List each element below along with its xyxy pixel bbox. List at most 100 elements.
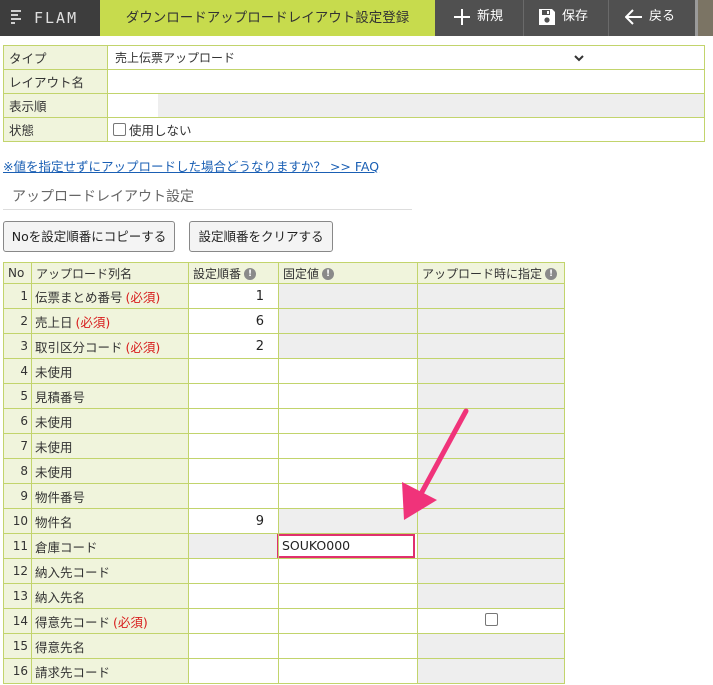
specify-on-upload-cell xyxy=(417,308,565,334)
table-row: 6 未使用 xyxy=(3,408,565,434)
required-badge: (必須) xyxy=(125,339,161,355)
specify-on-upload-checkbox[interactable] xyxy=(484,613,498,626)
table-row: 2 売上日 (必須) 6 xyxy=(3,308,565,334)
clear-order-button[interactable]: 設定順番をクリアする xyxy=(189,221,333,252)
row-column-name: 未使用 xyxy=(31,408,189,434)
order-input[interactable] xyxy=(188,408,279,434)
column-name-text: 取引区分コード xyxy=(35,339,123,355)
type-select[interactable]: 売上伝票アップロード xyxy=(111,48,587,68)
column-name-text: 未使用 xyxy=(35,414,73,430)
column-name-text: 伝票まとめ番号 xyxy=(35,289,123,305)
specify-on-upload-cell xyxy=(417,433,565,459)
column-name-text: 見積番号 xyxy=(35,389,86,405)
logo-mark-icon xyxy=(11,10,31,26)
fixed-value-cell xyxy=(278,333,418,359)
fixed-value-cell xyxy=(278,558,418,584)
row-column-name: 売上日 (必須) xyxy=(31,308,189,334)
required-badge: (必須) xyxy=(125,289,161,305)
layout-form: タイプ 売上伝票アップロード レイアウト名 表示順 状態 使用しない xyxy=(3,45,705,142)
required-badge: (必須) xyxy=(75,314,111,330)
order-input[interactable]: 6 xyxy=(188,308,279,334)
save-button[interactable]: 保存 xyxy=(524,0,608,36)
row-column-name: 得意先コード (必須) xyxy=(31,608,189,634)
header-no: No xyxy=(3,262,32,284)
order-input[interactable] xyxy=(188,658,279,684)
order-input[interactable] xyxy=(188,458,279,484)
fixed-value-cell xyxy=(278,283,418,309)
row-column-name: 物件番号 xyxy=(31,483,189,509)
back-button-label: 戻る xyxy=(649,9,676,24)
row-no: 13 xyxy=(3,583,32,609)
column-name-text: 納入先名 xyxy=(35,589,86,605)
fixed-value-cell xyxy=(278,658,418,684)
row-no: 4 xyxy=(3,358,32,384)
type-label: タイプ xyxy=(3,45,108,70)
order-input[interactable] xyxy=(188,383,279,409)
specify-on-upload-cell xyxy=(417,583,565,609)
disable-checkbox[interactable] xyxy=(113,123,126,136)
back-button[interactable]: 戻る xyxy=(609,0,695,36)
fixed-value-cell xyxy=(278,458,418,484)
specify-on-upload-cell xyxy=(417,408,565,434)
row-no: 11 xyxy=(3,533,32,559)
table-row: 8 未使用 xyxy=(3,458,565,484)
specify-on-upload-cell xyxy=(417,458,565,484)
info-icon[interactable]: ! xyxy=(322,268,335,280)
faq-link[interactable]: ※値を指定せずにアップロードした場合どうなりますか？ >> FAQ xyxy=(3,156,379,175)
fixed-value-input[interactable]: SOUKO000 xyxy=(277,534,415,558)
row-no: 9 xyxy=(3,483,32,509)
table-row: 14 得意先コード (必須) xyxy=(3,608,565,634)
info-icon[interactable]: ! xyxy=(244,268,257,280)
order-input[interactable] xyxy=(188,483,279,509)
specify-on-upload-cell xyxy=(417,283,565,309)
row-no: 14 xyxy=(3,608,32,634)
order-input[interactable] xyxy=(188,433,279,459)
status-cell: 使用しない xyxy=(107,117,705,142)
table-row: 11 倉庫コード SOUKO000 xyxy=(3,533,565,559)
display-order-input[interactable] xyxy=(108,94,158,117)
copy-no-to-order-button[interactable]: Noを設定順番にコピーする xyxy=(3,221,175,252)
row-no: 8 xyxy=(3,458,32,484)
floppy-disk-icon xyxy=(539,9,555,25)
row-column-name: 未使用 xyxy=(31,358,189,384)
info-icon[interactable]: ! xyxy=(545,268,558,280)
column-name-text: 売上日 xyxy=(35,314,73,330)
column-name-text: 未使用 xyxy=(35,464,73,480)
order-input[interactable] xyxy=(188,558,279,584)
column-name-text: 未使用 xyxy=(35,364,73,380)
order-input[interactable] xyxy=(188,583,279,609)
page-title: ダウンロードアップロードレイアウト設定登録 xyxy=(100,0,435,36)
row-column-name: 見積番号 xyxy=(31,383,189,409)
specify-on-upload-cell xyxy=(417,333,565,359)
row-column-name: 得意先名 xyxy=(31,633,189,659)
fixed-value-cell: SOUKO000 xyxy=(277,533,418,559)
fixed-value-cell xyxy=(278,483,418,509)
header-column-name: アップロード列名 xyxy=(31,262,189,284)
status-label: 状態 xyxy=(3,117,108,142)
order-input[interactable] xyxy=(188,608,279,634)
column-name-text: 納入先コード xyxy=(35,564,111,580)
specify-on-upload-cell xyxy=(417,508,565,534)
order-input[interactable]: 9 xyxy=(188,508,279,534)
order-input[interactable]: 2 xyxy=(188,333,279,359)
row-column-name: 取引区分コード (必須) xyxy=(31,333,189,359)
order-input[interactable] xyxy=(188,358,279,384)
table-row: 10 物件名 9 xyxy=(3,508,565,534)
specify-on-upload-cell xyxy=(417,633,565,659)
new-button[interactable]: 新規 xyxy=(437,0,523,36)
order-input[interactable] xyxy=(188,633,279,659)
order-input[interactable]: 1 xyxy=(188,283,279,309)
layout-name-input[interactable] xyxy=(107,69,705,94)
row-no: 1 xyxy=(3,283,32,309)
row-column-name: 納入先コード xyxy=(31,558,189,584)
specify-on-upload-cell xyxy=(417,483,565,509)
column-name-text: 請求先コード xyxy=(35,664,111,680)
order-input[interactable] xyxy=(188,533,279,559)
column-name-text: 物件名 xyxy=(35,514,73,530)
table-row: 7 未使用 xyxy=(3,433,565,459)
brand-name: FLAM xyxy=(34,9,79,27)
column-name-text: 物件番号 xyxy=(35,489,86,505)
specify-on-upload-cell xyxy=(417,533,565,559)
row-no: 3 xyxy=(3,333,32,359)
fixed-value-cell xyxy=(278,633,418,659)
